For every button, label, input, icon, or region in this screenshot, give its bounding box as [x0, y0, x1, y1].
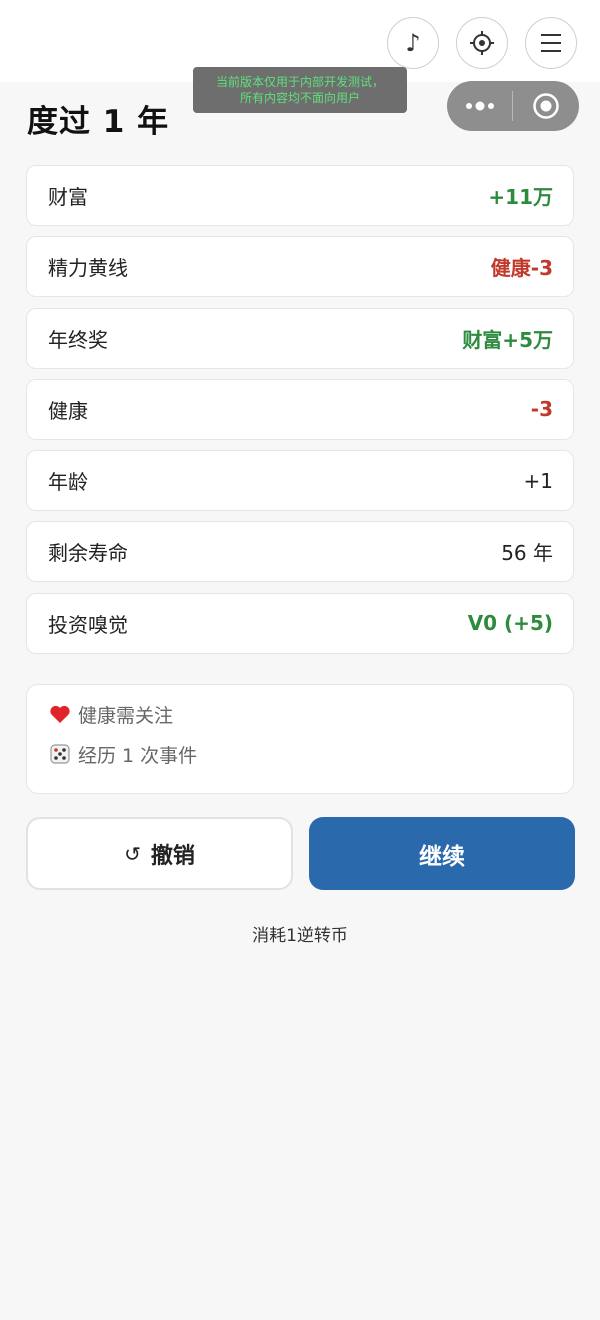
row-value: +11万: [488, 185, 553, 209]
result-row-wealth: 财富 +11万: [26, 165, 574, 226]
target-icon: [533, 93, 559, 119]
continue-button[interactable]: 继续: [309, 817, 575, 890]
undo-button[interactable]: ↺ 撤销: [26, 817, 293, 890]
row-value: -3: [530, 397, 553, 422]
heart-icon: [47, 703, 73, 725]
result-row-age: 年龄 +1: [26, 450, 574, 512]
music-button[interactable]: ♪: [387, 17, 439, 69]
row-value: 财富+5万: [462, 327, 553, 352]
dev-warning-toast: 当前版本仅用于内部开发测试， 所有内容均不面向用户: [193, 67, 407, 113]
row-label: 财富: [48, 185, 88, 209]
result-row-remaining-life: 剩余寿命 56 年: [26, 521, 574, 583]
toast-line-1: 当前版本仅用于内部开发测试，: [215, 75, 384, 89]
page-title: 度过 1 年: [27, 104, 170, 140]
note-text: 健康需关注: [78, 704, 174, 727]
close-mini-program-button[interactable]: [513, 81, 579, 131]
row-value: V0 (+5): [467, 611, 553, 636]
menu-button[interactable]: [525, 17, 577, 69]
row-value: 健康-3: [490, 256, 553, 281]
row-label: 年龄: [48, 470, 88, 495]
more-dots-icon: [465, 101, 494, 111]
menu-icon: [541, 34, 561, 52]
result-row-energy-warning: 精力黄线 健康-3: [26, 236, 574, 298]
row-label: 年终奖: [48, 327, 108, 352]
row-label: 投资嗅觉: [48, 612, 128, 637]
result-row-year-end-bonus: 年终奖 财富+5万: [26, 307, 574, 369]
row-value: +1: [523, 468, 553, 493]
result-row-health: 健康 -3: [26, 378, 574, 440]
row-label: 精力黄线: [48, 256, 128, 281]
toast-line-2: 所有内容均不面向用户: [239, 91, 360, 105]
dice-icon: [47, 743, 73, 765]
music-note-icon: ♪: [405, 29, 421, 57]
row-value: 56 年: [501, 541, 553, 566]
undo-icon: ↺: [124, 841, 141, 866]
note-events: 经历 1 次事件: [47, 743, 553, 767]
row-label: 健康: [48, 398, 88, 423]
mini-program-capsule: [447, 81, 579, 131]
result-row-investment-sense: 投资嗅觉 V0 (+5): [26, 592, 574, 654]
note-health: 健康需关注: [47, 703, 553, 727]
continue-label: 继续: [419, 843, 465, 870]
more-button[interactable]: [447, 81, 512, 131]
results-list: 财富 +11万 精力黄线 健康-3 年终奖 财富+5万 健康 -3 年龄 +1 …: [26, 165, 574, 664]
settings-icon: [470, 31, 494, 55]
note-text: 经历 1 次事件: [78, 744, 198, 767]
undo-label: 撤销: [150, 843, 195, 869]
row-label: 剩余寿命: [48, 541, 128, 566]
settings-button[interactable]: [456, 17, 508, 69]
cost-text: 消耗1逆转币: [252, 926, 348, 946]
notes-card: 健康需关注 经历 1 次事件: [26, 684, 574, 794]
